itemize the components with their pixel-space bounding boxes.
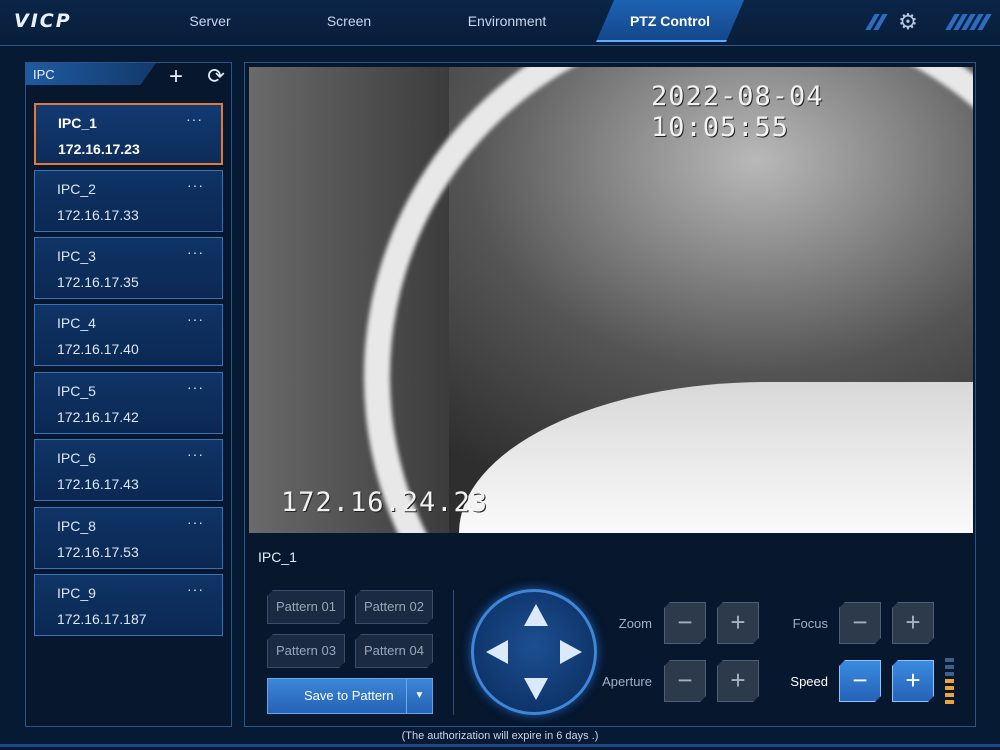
pattern-01-button[interactable]: Pattern 01 bbox=[267, 590, 345, 624]
ipc-ip: 172.16.17.53 bbox=[57, 544, 139, 560]
speed-level-bar bbox=[945, 665, 954, 669]
ipc-item-ipc-5[interactable]: IPC_5 ··· 172.16.17.42 bbox=[34, 372, 223, 434]
arrow-right-icon[interactable] bbox=[560, 640, 582, 664]
speed-level-indicator bbox=[945, 658, 954, 704]
ipc-item-ipc-8[interactable]: IPC_8 ··· 172.16.17.53 bbox=[34, 507, 223, 569]
focus-plus-button[interactable]: + bbox=[892, 602, 934, 644]
more-icon[interactable]: ··· bbox=[187, 177, 204, 193]
header-decoration bbox=[945, 14, 992, 30]
plus-icon[interactable]: + bbox=[164, 65, 188, 89]
pattern-03-button[interactable]: Pattern 03 bbox=[267, 634, 345, 668]
speed-label: Speed bbox=[790, 674, 828, 689]
speed-level-bar bbox=[945, 658, 954, 662]
speed-level-bar bbox=[945, 700, 954, 704]
pattern-04-button[interactable]: Pattern 04 bbox=[355, 634, 433, 668]
focus-minus-button[interactable]: − bbox=[839, 602, 881, 644]
ipc-item-ipc-3[interactable]: IPC_3 ··· 172.16.17.35 bbox=[34, 237, 223, 299]
zoom-in-button[interactable]: + bbox=[717, 602, 759, 644]
arrow-down-icon[interactable] bbox=[524, 678, 548, 700]
aperture-minus-button[interactable]: − bbox=[664, 660, 706, 702]
speed-level-bar bbox=[945, 693, 954, 697]
more-icon[interactable]: ··· bbox=[187, 379, 204, 395]
ipc-name: IPC_9 bbox=[57, 585, 96, 601]
zoom-label: Zoom bbox=[618, 616, 652, 631]
aperture-plus-button[interactable]: + bbox=[717, 660, 759, 702]
save-to-pattern-button[interactable]: Save to Pattern ▼ bbox=[267, 678, 433, 714]
ptz-main-panel: 2022-08-04 10:05:55 172.16.24.23 IPC_1 P… bbox=[244, 62, 976, 727]
divider bbox=[453, 590, 454, 715]
ipc-ip: 172.16.17.35 bbox=[57, 274, 139, 290]
ipc-item-ipc-6[interactable]: IPC_6 ··· 172.16.17.43 bbox=[34, 439, 223, 501]
aperture-label: Aperture bbox=[602, 674, 652, 689]
ipc-list-title: IPC bbox=[33, 67, 55, 82]
ipc-name: IPC_5 bbox=[57, 383, 96, 399]
more-icon[interactable]: ··· bbox=[187, 311, 204, 327]
gear-icon[interactable]: ⚙ bbox=[895, 9, 921, 35]
tab-environment[interactable]: Environment bbox=[455, 0, 559, 42]
tab-ptz-control[interactable]: PTZ Control bbox=[596, 0, 744, 42]
ipc-list-panel: IPC + ⟳ IPC_1 ··· 172.16.17.23 IPC_2 ···… bbox=[25, 62, 232, 727]
ipc-item-ipc-9[interactable]: IPC_9 ··· 172.16.17.187 bbox=[34, 574, 223, 636]
ipc-name: IPC_1 bbox=[58, 115, 97, 131]
ipc-name: IPC_6 bbox=[57, 450, 96, 466]
ipc-item-ipc-2[interactable]: IPC_2 ··· 172.16.17.33 bbox=[34, 170, 223, 232]
tab-server[interactable]: Server bbox=[165, 0, 255, 42]
speed-level-bar bbox=[945, 686, 954, 690]
more-icon[interactable]: ··· bbox=[187, 446, 204, 462]
ipc-ip: 172.16.17.42 bbox=[57, 409, 139, 425]
ipc-item-ipc-4[interactable]: IPC_4 ··· 172.16.17.40 bbox=[34, 304, 223, 366]
speed-level-bar bbox=[945, 679, 954, 683]
ipc-ip: 172.16.17.43 bbox=[57, 476, 139, 492]
ipc-item-ipc-1[interactable]: IPC_1 ··· 172.16.17.23 bbox=[34, 103, 223, 165]
video-timestamp: 2022-08-04 10:05:55 bbox=[651, 81, 824, 143]
ipc-ip: 172.16.17.187 bbox=[57, 611, 147, 627]
video-overlay-ip: 172.16.24.23 bbox=[281, 487, 489, 518]
ipc-name: IPC_2 bbox=[57, 181, 96, 197]
chevron-down-icon[interactable]: ▼ bbox=[406, 679, 432, 713]
more-icon[interactable]: ··· bbox=[187, 581, 204, 597]
save-to-pattern-label: Save to Pattern bbox=[304, 688, 394, 703]
ipc-name: IPC_4 bbox=[57, 315, 96, 331]
speed-minus-button[interactable]: − bbox=[839, 660, 881, 702]
refresh-icon[interactable]: ⟳ bbox=[204, 65, 228, 89]
focus-label: Focus bbox=[792, 616, 828, 631]
speed-plus-button[interactable]: + bbox=[892, 660, 934, 702]
ipc-name: IPC_3 bbox=[57, 248, 96, 264]
bottom-border bbox=[0, 744, 1000, 747]
ptz-direction-pad bbox=[471, 589, 597, 715]
ipc-ip: 172.16.17.40 bbox=[57, 341, 139, 357]
ipc-name: IPC_8 bbox=[57, 518, 96, 534]
video-preview[interactable]: 2022-08-04 10:05:55 172.16.24.23 bbox=[249, 67, 973, 533]
tab-screen[interactable]: Screen bbox=[304, 0, 394, 42]
arrow-left-icon[interactable] bbox=[486, 640, 508, 664]
speed-level-bar bbox=[945, 672, 954, 676]
more-icon[interactable]: ··· bbox=[187, 244, 204, 260]
app-logo: VICP bbox=[14, 10, 72, 32]
more-icon[interactable]: ··· bbox=[186, 111, 203, 127]
camera-label: IPC_1 bbox=[258, 549, 297, 565]
top-nav-bar: VICP Server Screen Environment PTZ Contr… bbox=[0, 0, 1000, 46]
authorization-notice: (The authorization will expire in 6 days… bbox=[401, 730, 599, 742]
pattern-02-button[interactable]: Pattern 02 bbox=[355, 590, 433, 624]
arrow-up-icon[interactable] bbox=[524, 604, 548, 626]
ipc-ip: 172.16.17.33 bbox=[57, 207, 139, 223]
zoom-out-button[interactable]: − bbox=[664, 602, 706, 644]
ipc-ip: 172.16.17.23 bbox=[58, 141, 140, 157]
more-icon[interactable]: ··· bbox=[187, 514, 204, 530]
header-decoration bbox=[865, 14, 888, 30]
